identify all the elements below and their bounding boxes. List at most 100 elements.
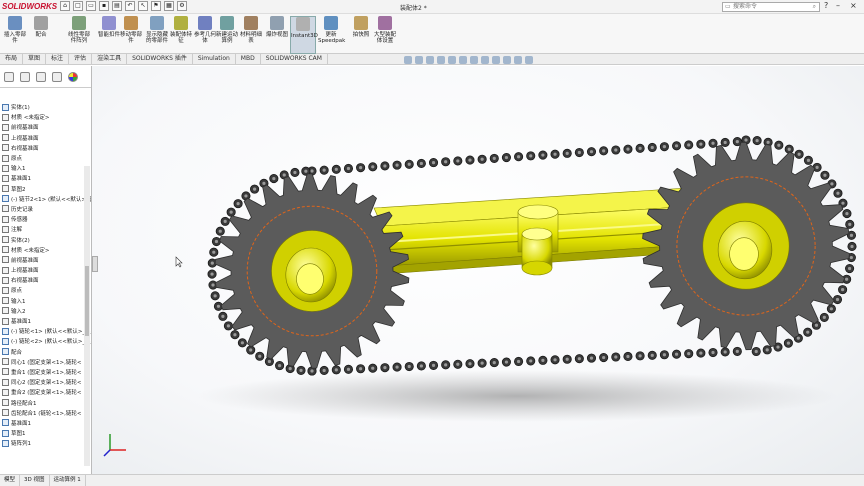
save-icon[interactable]: ▪: [99, 1, 109, 11]
tree-item[interactable]: (-) 链轮<2> (默认<<默认>_显示: [0, 336, 91, 346]
tree-item[interactable]: 原点: [0, 153, 91, 163]
chain-pin: [814, 323, 819, 327]
tree-item[interactable]: 同心1 (固定支架<1>,链轮<: [0, 357, 91, 367]
view-tool-icon[interactable]: [448, 56, 456, 64]
tab-7[interactable]: MBD: [236, 54, 261, 64]
ribbon-button-1[interactable]: 配合: [28, 16, 54, 54]
feature-manager-tab-icon[interactable]: [4, 71, 14, 82]
tree-scrollbar[interactable]: [84, 166, 90, 466]
open-folder-icon[interactable]: ▭: [86, 1, 96, 11]
tree-item[interactable]: 链阵列1: [0, 438, 91, 448]
tab-6[interactable]: Simulation: [193, 54, 236, 64]
appearance-pie-icon[interactable]: [68, 71, 78, 82]
tree-item[interactable]: 基准面1: [0, 316, 91, 326]
ribbon-button-5[interactable]: 显示隐藏的零部件: [144, 16, 170, 54]
view-tool-icon[interactable]: [426, 56, 434, 64]
home-icon[interactable]: ⌂: [60, 1, 70, 11]
tree-node-icon: [2, 327, 9, 335]
tab-2[interactable]: 标注: [46, 54, 70, 64]
tree-item[interactable]: 草图1: [0, 428, 91, 438]
view-tool-icon[interactable]: [492, 56, 500, 64]
tree-item[interactable]: 实体(1): [0, 102, 91, 112]
select-arrow-icon[interactable]: ↖: [138, 1, 148, 11]
view-tool-icon[interactable]: [525, 56, 533, 64]
tree-item[interactable]: 右视基准面: [0, 143, 91, 153]
ribbon-button-11[interactable]: Instant3D: [290, 16, 318, 54]
tree-item[interactable]: (-) 链节2<1> (默认<<默认>_显示: [0, 194, 91, 204]
search-commands-input[interactable]: ▭ 搜索命令 ⌕: [722, 2, 820, 12]
tree-item[interactable]: 传感器: [0, 214, 91, 224]
view-tool-icon[interactable]: [437, 56, 445, 64]
undo-icon[interactable]: ↶: [125, 1, 135, 11]
view-tool-icon[interactable]: [470, 56, 478, 64]
tree-item[interactable]: 同心2 (固定支架<1>,链轮<: [0, 377, 91, 387]
ribbon-button-14[interactable]: 大型装配体设置: [372, 16, 398, 54]
help-icon[interactable]: ?: [824, 1, 828, 10]
ribbon-button-12[interactable]: 更新Speedpak: [318, 16, 345, 54]
rebuild-icon[interactable]: ⚑: [151, 1, 161, 11]
tree-item[interactable]: 原点: [0, 285, 91, 295]
ribbon-button-2[interactable]: 线性零部件阵列: [66, 16, 92, 54]
tree-item[interactable]: 输入2: [0, 306, 91, 316]
tree-item[interactable]: 配合: [0, 347, 91, 357]
tree-item[interactable]: 基准面1: [0, 418, 91, 428]
tab-1[interactable]: 草图: [23, 54, 47, 64]
tab-8[interactable]: SOLIDWORKS CAM: [261, 54, 328, 64]
new-document-icon[interactable]: □: [73, 1, 83, 11]
tree-item[interactable]: 输入1: [0, 296, 91, 306]
target-icon[interactable]: [52, 71, 62, 82]
view-tool-icon[interactable]: [514, 56, 522, 64]
view-tool-icon[interactable]: [459, 56, 467, 64]
view-tool-icon[interactable]: [404, 56, 412, 64]
tree-item[interactable]: 齿轮配合1 (链轮<1>,链轮<: [0, 408, 91, 418]
tree-item[interactable]: 基准面1: [0, 173, 91, 183]
tree-item[interactable]: 路径配合1: [0, 397, 91, 407]
tree-item[interactable]: 右视基准面: [0, 275, 91, 285]
tree-item[interactable]: 输入1: [0, 163, 91, 173]
minimize-icon[interactable]: –: [836, 1, 840, 10]
file-properties-icon[interactable]: ▦: [164, 1, 174, 11]
tree-item[interactable]: 上视基准面: [0, 133, 91, 143]
tree-item[interactable]: 前视基准面: [0, 122, 91, 132]
tree-item[interactable]: 材质 <未指定>: [0, 245, 91, 255]
ribbon-button-8[interactable]: 新建运动算例: [214, 16, 240, 54]
search-icon[interactable]: ⌕: [813, 3, 816, 11]
tree-item[interactable]: 前视基准面: [0, 255, 91, 265]
graphics-viewport[interactable]: [92, 66, 864, 474]
tree-item[interactable]: 重合2 (固定支架<1>,链轮<: [0, 387, 91, 397]
ribbon-button-9[interactable]: 材料明细表: [238, 16, 264, 54]
view-tool-icon[interactable]: [503, 56, 511, 64]
view-tool-icon[interactable]: [481, 56, 489, 64]
tree-item[interactable]: 历史记录: [0, 204, 91, 214]
ribbon-button-4[interactable]: 移动零部件: [118, 16, 144, 54]
property-manager-tab-icon[interactable]: [20, 71, 30, 82]
tab-0[interactable]: 布局: [0, 54, 24, 64]
ribbon-button-10[interactable]: 爆炸视图: [264, 16, 290, 54]
configuration-manager-tab-icon[interactable]: [36, 71, 46, 82]
tab-3[interactable]: 评估: [69, 54, 93, 64]
panel-collapse-handle[interactable]: [92, 256, 98, 272]
assembly-model[interactable]: [92, 66, 864, 474]
ribbon-button-6[interactable]: 装配体特征: [168, 16, 194, 54]
bottom-tab-1[interactable]: 3D 视图: [20, 475, 50, 486]
tree-item[interactable]: 实体(2): [0, 234, 91, 244]
tree-item[interactable]: (-) 链轮<1> (默认<<默认>_显示: [0, 326, 91, 336]
bottom-tab-2[interactable]: 运动算例 1: [50, 475, 86, 486]
tab-5[interactable]: SOLIDWORKS 插件: [127, 54, 193, 64]
print-icon[interactable]: ▤: [112, 1, 122, 11]
ribbon-button-0[interactable]: 插入零部件: [2, 16, 28, 54]
bottom-tab-0[interactable]: 模型: [0, 475, 21, 486]
view-tool-icon[interactable]: [415, 56, 423, 64]
scrollbar-thumb[interactable]: [85, 266, 89, 336]
sprocket-right[interactable]: [642, 141, 850, 351]
close-icon[interactable]: ×: [850, 1, 857, 10]
chain-pin: [359, 367, 363, 371]
tree-item[interactable]: 草图2: [0, 184, 91, 194]
tab-4[interactable]: 渲染工具: [92, 54, 128, 64]
tree-item[interactable]: 材质 <未指定>: [0, 112, 91, 122]
tree-item[interactable]: 上视基准面: [0, 265, 91, 275]
ribbon-button-13[interactable]: 拍快照: [348, 16, 374, 54]
tree-item[interactable]: 注解: [0, 224, 91, 234]
tree-item[interactable]: 重合1 (固定支架<1>,链轮<: [0, 367, 91, 377]
options-gear-icon[interactable]: ⚙: [177, 1, 187, 11]
